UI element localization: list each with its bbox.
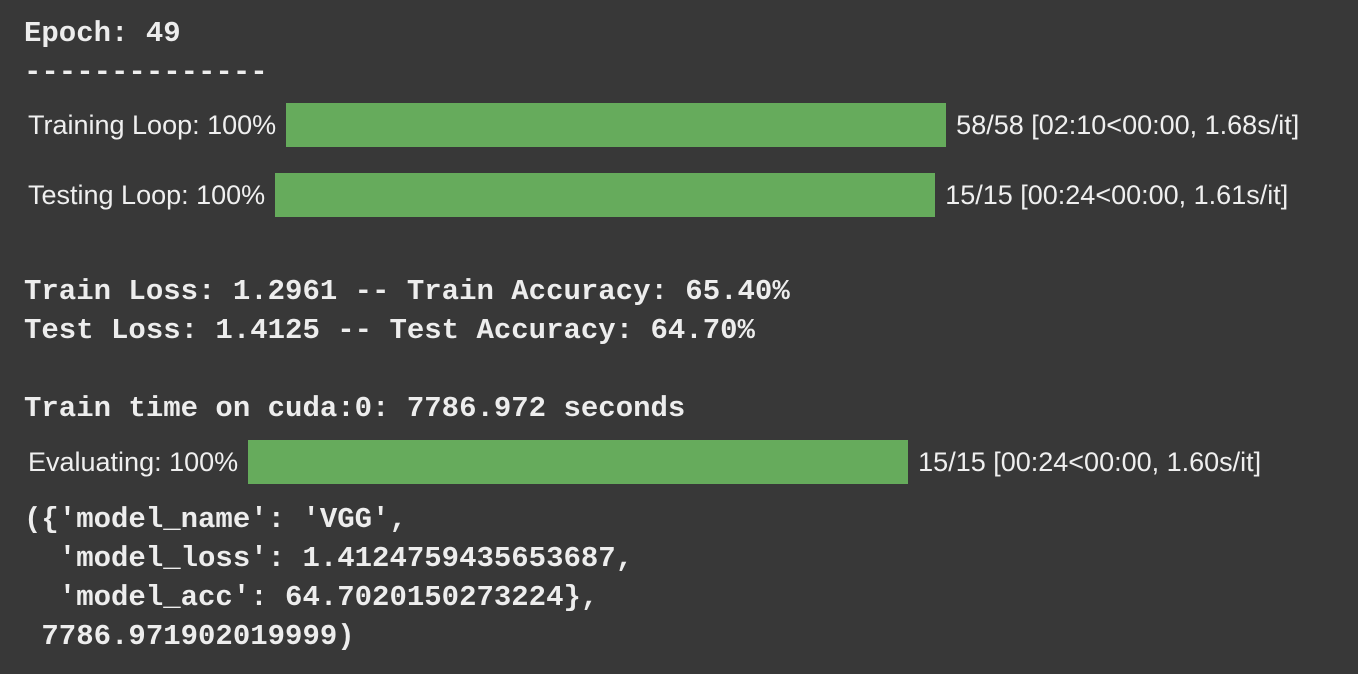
training-loop-progress: Training Loop: 100% 58/58 [02:10<00:00, …: [28, 103, 1299, 147]
train-metrics: Train Loss: 1.2961 -- Train Accuracy: 65…: [24, 275, 790, 308]
evaluating-bar-fill: [248, 440, 909, 484]
evaluating-progress: Evaluating: 100% 15/15 [00:24<00:00, 1.6…: [28, 440, 1261, 484]
evaluating-label: Evaluating: 100%: [28, 446, 239, 477]
result-line: 'model_acc': 64.7020150273224},: [24, 581, 599, 614]
testing-loop-stats: 15/15 [00:24<00:00, 1.61s/it]: [945, 179, 1289, 210]
testing-loop-bar: [275, 173, 936, 217]
evaluating-bar: [248, 440, 909, 484]
result-line: ({'model_name': 'VGG',: [24, 503, 407, 536]
train-time: Train time on cuda:0: 7786.972 seconds: [24, 392, 686, 425]
test-metrics: Test Loss: 1.4125 -- Test Accuracy: 64.7…: [24, 314, 755, 347]
testing-loop-label: Testing Loop: 100%: [28, 179, 266, 210]
training-loop-bar-fill: [286, 103, 947, 147]
evaluating-stats: 15/15 [00:24<00:00, 1.60s/it]: [918, 446, 1262, 477]
training-loop-label: Training Loop: 100%: [28, 109, 277, 140]
training-loop-bar: [286, 103, 947, 147]
training-loop-stats: 58/58 [02:10<00:00, 1.68s/it]: [956, 109, 1300, 140]
separator: --------------: [24, 56, 268, 89]
result-line: 'model_loss': 1.4124759435653687,: [24, 542, 634, 575]
epoch-line: Epoch: 49: [24, 17, 181, 50]
result-line: 7786.971902019999): [24, 620, 355, 653]
testing-loop-progress: Testing Loop: 100% 15/15 [00:24<00:00, 1…: [28, 173, 1288, 217]
testing-loop-bar-fill: [275, 173, 936, 217]
